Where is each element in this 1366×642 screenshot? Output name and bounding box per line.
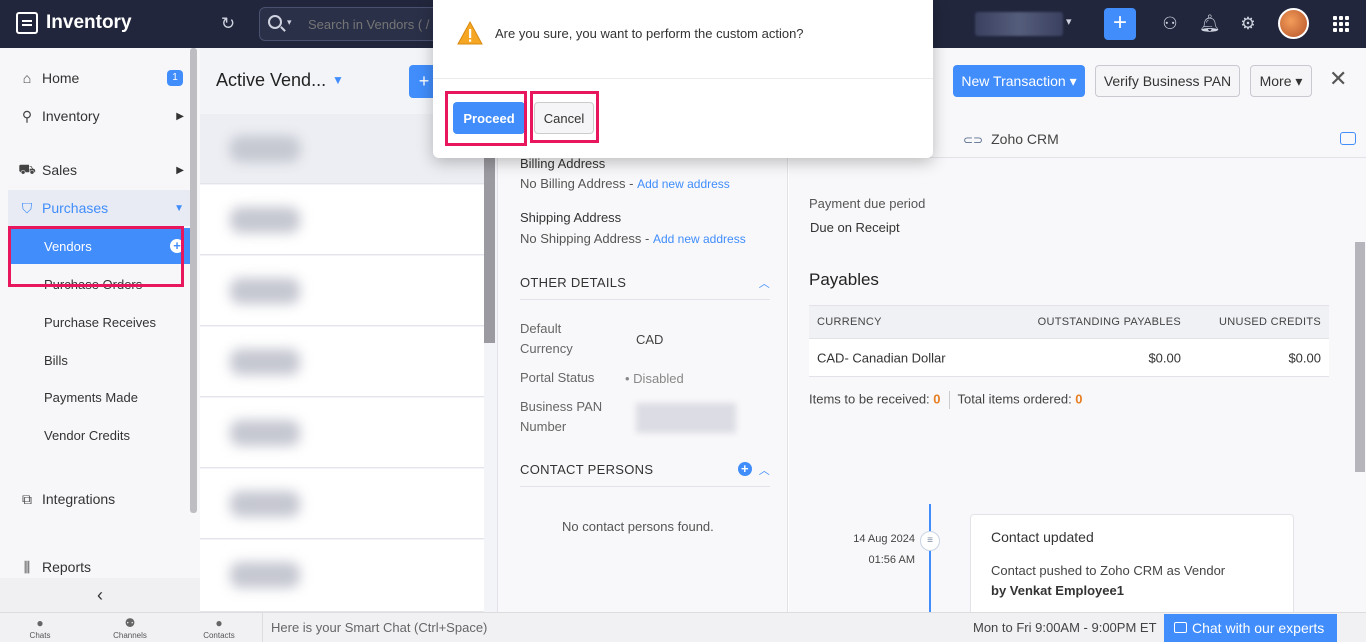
chats-label: Chats — [29, 631, 51, 640]
support-hours: Mon to Fri 9:00AM - 9:00PM ET — [973, 620, 1157, 635]
chat-bubble-icon — [1174, 622, 1187, 633]
chat-with-experts-button[interactable]: Chat with our experts — [1164, 614, 1337, 642]
confirm-dialog: Are you sure, you want to perform the cu… — [433, 0, 933, 158]
contacts-label: Contacts — [203, 631, 235, 640]
divider — [433, 78, 933, 79]
cancel-button[interactable]: Cancel — [534, 102, 594, 134]
warning-icon — [457, 20, 483, 45]
contacts-button[interactable]: ● Contacts — [189, 615, 249, 640]
dialog-message: Are you sure, you want to perform the cu… — [495, 26, 804, 41]
chat-experts-label: Chat with our experts — [1192, 620, 1325, 636]
channels-button[interactable]: ⚉ Channels — [100, 615, 160, 640]
chats-button[interactable]: ● Chats — [10, 615, 70, 640]
chat-icon: ● — [36, 616, 44, 630]
smart-chat-input[interactable]: Here is your Smart Chat (Ctrl+Space) — [271, 620, 487, 635]
proceed-button[interactable]: Proceed — [453, 102, 525, 134]
contacts-icon: ● — [215, 616, 223, 630]
channels-label: Channels — [113, 631, 147, 640]
bottom-bar: ● Chats ⚉ Channels ● Contacts Here is your … — [0, 612, 1366, 642]
channels-icon: ⚉ — [124, 616, 136, 630]
